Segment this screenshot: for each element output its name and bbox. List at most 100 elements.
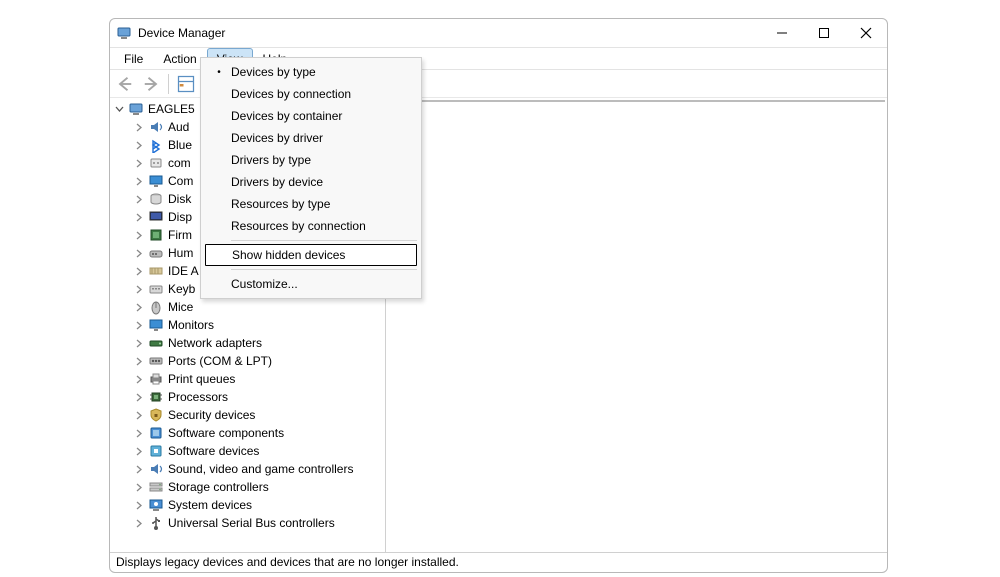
- toolbar-properties-button[interactable]: [175, 73, 197, 95]
- device-icon: [148, 443, 164, 459]
- tree-item[interactable]: Ports (COM & LPT): [110, 352, 385, 370]
- chevron-down-icon[interactable]: [114, 104, 124, 114]
- chevron-right-icon[interactable]: [134, 518, 144, 528]
- view-menu-item[interactable]: Devices by connection: [203, 83, 419, 105]
- tree-item-label: Keyb: [168, 280, 195, 298]
- chevron-right-icon[interactable]: [134, 374, 144, 384]
- tree-item-label: Software devices: [168, 442, 259, 460]
- app-icon: [116, 25, 132, 41]
- nav-back-button[interactable]: [114, 73, 136, 95]
- chevron-right-icon[interactable]: [134, 338, 144, 348]
- view-menu-item[interactable]: Drivers by device: [203, 171, 419, 193]
- chevron-right-icon[interactable]: [134, 500, 144, 510]
- tree-item[interactable]: Universal Serial Bus controllers: [110, 514, 385, 532]
- device-icon: [148, 461, 164, 477]
- tree-item[interactable]: System devices: [110, 496, 385, 514]
- device-icon: [148, 407, 164, 423]
- view-menu-item[interactable]: Resources by type: [203, 193, 419, 215]
- device-icon: [148, 389, 164, 405]
- device-icon: [148, 155, 164, 171]
- device-icon: [148, 335, 164, 351]
- chevron-right-icon[interactable]: [134, 482, 144, 492]
- chevron-right-icon[interactable]: [134, 140, 144, 150]
- view-dropdown-menu: •Devices by typeDevices by connectionDev…: [200, 57, 422, 299]
- chevron-right-icon[interactable]: [134, 356, 144, 366]
- view-menu-item[interactable]: Drivers by type: [203, 149, 419, 171]
- tree-item[interactable]: Software components: [110, 424, 385, 442]
- device-icon: [148, 173, 164, 189]
- chevron-right-icon[interactable]: [134, 428, 144, 438]
- device-icon: [148, 299, 164, 315]
- menu-action[interactable]: Action: [153, 48, 206, 69]
- tree-item-label: Aud: [168, 118, 189, 136]
- tree-item-label: System devices: [168, 496, 252, 514]
- device-icon: [148, 317, 164, 333]
- tree-item-label: Blue: [168, 136, 192, 154]
- tree-item-label: Network adapters: [168, 334, 262, 352]
- chevron-right-icon[interactable]: [134, 194, 144, 204]
- tree-item-label: Com: [168, 172, 193, 190]
- view-menu-item[interactable]: Resources by connection: [203, 215, 419, 237]
- view-menu-item[interactable]: Devices by driver: [203, 127, 419, 149]
- tree-item[interactable]: Monitors: [110, 316, 385, 334]
- chevron-right-icon[interactable]: [134, 302, 144, 312]
- tree-item[interactable]: Processors: [110, 388, 385, 406]
- device-icon: [148, 191, 164, 207]
- view-menu-item[interactable]: Devices by container: [203, 105, 419, 127]
- view-menu-customize[interactable]: Customize...: [203, 273, 419, 295]
- device-icon: [148, 497, 164, 513]
- chevron-right-icon[interactable]: [134, 446, 144, 456]
- tree-item-label: Disk: [168, 190, 191, 208]
- chevron-right-icon[interactable]: [134, 464, 144, 474]
- view-menu-show-hidden-devices[interactable]: Show hidden devices: [205, 244, 417, 266]
- tree-item[interactable]: Print queues: [110, 370, 385, 388]
- minimize-button[interactable]: [761, 19, 803, 47]
- tree-root-label: EAGLE5: [148, 100, 195, 118]
- device-icon: [148, 281, 164, 297]
- tree-item-label: IDE A: [168, 262, 199, 280]
- tree-item-label: Universal Serial Bus controllers: [168, 514, 335, 532]
- device-icon: [148, 353, 164, 369]
- chevron-right-icon[interactable]: [134, 176, 144, 186]
- tree-item[interactable]: Storage controllers: [110, 478, 385, 496]
- nav-forward-button[interactable]: [140, 73, 162, 95]
- chevron-right-icon[interactable]: [134, 230, 144, 240]
- tree-item[interactable]: Network adapters: [110, 334, 385, 352]
- detail-pane: [388, 100, 885, 552]
- menu-file[interactable]: File: [114, 48, 153, 69]
- tree-item[interactable]: Software devices: [110, 442, 385, 460]
- chevron-right-icon[interactable]: [134, 122, 144, 132]
- tree-item[interactable]: Security devices: [110, 406, 385, 424]
- tree-item-label: Storage controllers: [168, 478, 269, 496]
- chevron-right-icon[interactable]: [134, 392, 144, 402]
- chevron-right-icon[interactable]: [134, 248, 144, 258]
- chevron-right-icon[interactable]: [134, 410, 144, 420]
- tree-item-label: Ports (COM & LPT): [168, 352, 272, 370]
- tree-item-label: Hum: [168, 244, 193, 262]
- tree-item-label: Monitors: [168, 316, 214, 334]
- chevron-right-icon[interactable]: [134, 266, 144, 276]
- device-icon: [148, 227, 164, 243]
- computer-icon: [128, 101, 144, 117]
- status-bar: Displays legacy devices and devices that…: [110, 552, 887, 572]
- tree-item-label: Disp: [168, 208, 192, 226]
- tree-item-label: Software components: [168, 424, 284, 442]
- chevron-right-icon[interactable]: [134, 284, 144, 294]
- window-title: Device Manager: [138, 26, 225, 40]
- chevron-right-icon[interactable]: [134, 320, 144, 330]
- tree-item-label: Mice: [168, 298, 193, 316]
- device-icon: [148, 119, 164, 135]
- tree-item-label: Security devices: [168, 406, 255, 424]
- tree-item[interactable]: Mice: [110, 298, 385, 316]
- tree-item[interactable]: Sound, video and game controllers: [110, 460, 385, 478]
- device-icon: [148, 515, 164, 531]
- tree-item-label: Firm: [168, 226, 192, 244]
- tree-item-label: Processors: [168, 388, 228, 406]
- maximize-button[interactable]: [803, 19, 845, 47]
- view-menu-item[interactable]: •Devices by type: [203, 61, 419, 83]
- close-button[interactable]: [845, 19, 887, 47]
- chevron-right-icon[interactable]: [134, 212, 144, 222]
- chevron-right-icon[interactable]: [134, 158, 144, 168]
- device-icon: [148, 263, 164, 279]
- tree-item-label: Print queues: [168, 370, 235, 388]
